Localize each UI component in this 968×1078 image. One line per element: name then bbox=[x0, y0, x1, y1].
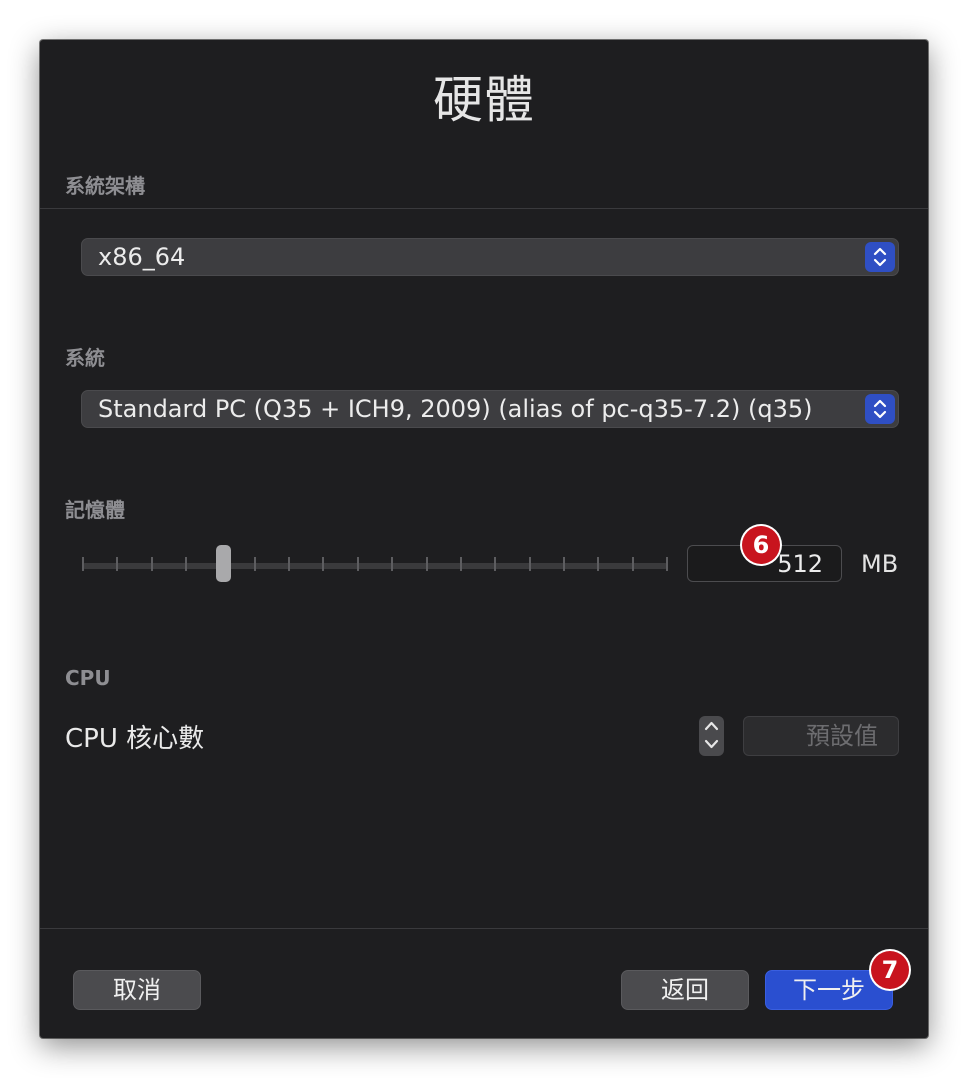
step-badge-6: 6 bbox=[742, 526, 780, 564]
slider-tick bbox=[391, 557, 393, 571]
slider-tick bbox=[632, 557, 634, 571]
step-badge-7: 7 bbox=[871, 951, 909, 989]
slider-tick bbox=[116, 557, 118, 571]
slider-tick bbox=[666, 557, 668, 571]
system-label: 系統 bbox=[65, 346, 105, 370]
slider-tick bbox=[460, 557, 462, 571]
slider-tick bbox=[357, 557, 359, 571]
back-button[interactable]: 返回 bbox=[621, 970, 749, 1010]
architecture-select[interactable]: x86_64 bbox=[81, 238, 899, 276]
memory-slider-thumb[interactable] bbox=[215, 545, 231, 582]
cpu-cores-stepper[interactable] bbox=[699, 716, 724, 756]
cpu-cores-label: CPU 核心數 bbox=[65, 724, 205, 754]
slider-tick bbox=[288, 557, 290, 571]
hardware-dialog: 硬體 系統架構 x86_64 系統 Standard PC (Q35 + ICH… bbox=[40, 40, 928, 1038]
slider-tick bbox=[529, 557, 531, 571]
chevron-up-icon bbox=[704, 721, 719, 731]
system-select[interactable]: Standard PC (Q35 + ICH9, 2009) (alias of… bbox=[81, 390, 899, 428]
chevron-up-down-icon bbox=[865, 394, 895, 424]
slider-tick bbox=[185, 557, 187, 571]
cancel-button[interactable]: 取消 bbox=[73, 970, 201, 1010]
chevron-down-icon bbox=[704, 739, 719, 749]
footer-divider bbox=[40, 928, 928, 929]
page-title: 硬體 bbox=[433, 71, 535, 129]
system-value: Standard PC (Q35 + ICH9, 2009) (alias of… bbox=[98, 395, 813, 423]
architecture-value: x86_64 bbox=[98, 243, 186, 271]
memory-label: 記憶體 bbox=[65, 498, 125, 522]
slider-tick bbox=[597, 557, 599, 571]
slider-tick bbox=[254, 557, 256, 571]
architecture-label: 系統架構 bbox=[65, 174, 145, 198]
slider-tick bbox=[426, 557, 428, 571]
slider-tick bbox=[151, 557, 153, 571]
memory-unit: MB bbox=[861, 550, 899, 578]
cpu-section-label: CPU bbox=[65, 666, 111, 690]
slider-tick bbox=[82, 557, 84, 571]
cpu-cores-input[interactable]: 預設值 bbox=[743, 716, 899, 756]
slider-tick bbox=[563, 557, 565, 571]
chevron-up-down-icon bbox=[865, 242, 895, 272]
slider-tick bbox=[322, 557, 324, 571]
divider bbox=[40, 208, 928, 209]
slider-tick bbox=[494, 557, 496, 571]
memory-slider-track[interactable] bbox=[82, 563, 668, 569]
